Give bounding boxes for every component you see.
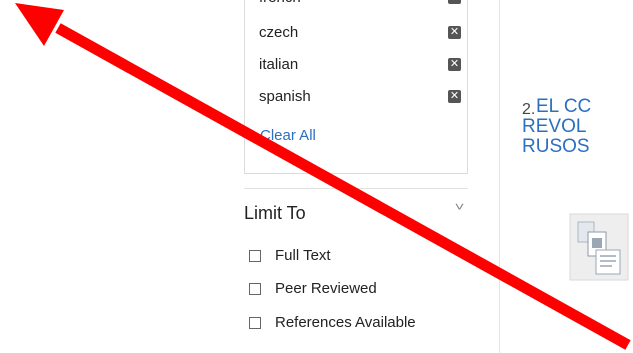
facet-item-czech: czech ✕ — [259, 22, 461, 44]
facet-label: french — [259, 0, 301, 9]
facet-item-french: french ✕ — [259, 0, 461, 9]
result-title-line[interactable]: REVOL — [522, 117, 633, 137]
checkbox[interactable] — [249, 250, 261, 262]
checkbox[interactable] — [249, 317, 261, 329]
checkbox[interactable] — [249, 283, 261, 295]
result-title-link[interactable]: EL CC REVOL RUSOS — [522, 97, 633, 157]
close-icon[interactable]: ✕ — [448, 58, 461, 71]
checkbox-label[interactable]: Full Text — [275, 246, 331, 266]
document-thumbnail-icon[interactable] — [566, 212, 633, 284]
column-divider — [499, 0, 500, 353]
close-icon[interactable]: ✕ — [448, 90, 461, 103]
facet-label: spanish — [259, 88, 311, 105]
checkbox-label[interactable]: References Available — [275, 313, 416, 333]
facet-item-italian: italian ✕ — [259, 54, 461, 76]
facet-item-spanish: spanish ✕ — [259, 86, 461, 108]
facet-label: italian — [259, 56, 299, 73]
result-title-line[interactable]: RUSOS — [522, 137, 633, 157]
chevron-down-icon[interactable]: ˅ — [455, 200, 465, 214]
checkbox-label[interactable]: Peer Reviewed — [275, 279, 377, 299]
close-icon[interactable]: ✕ — [448, 0, 461, 4]
close-icon[interactable]: ✕ — [448, 26, 461, 39]
section-divider — [244, 188, 468, 189]
limit-to-heading: Limit To — [244, 203, 306, 223]
facet-label: czech — [259, 24, 299, 41]
result-title-line[interactable]: EL CC — [522, 97, 633, 117]
clear-all-link[interactable]: Clear All — [260, 127, 316, 144]
language-facet-box: french ✕ czech ✕ italian ✕ spanish ✕ Cle… — [244, 0, 468, 174]
